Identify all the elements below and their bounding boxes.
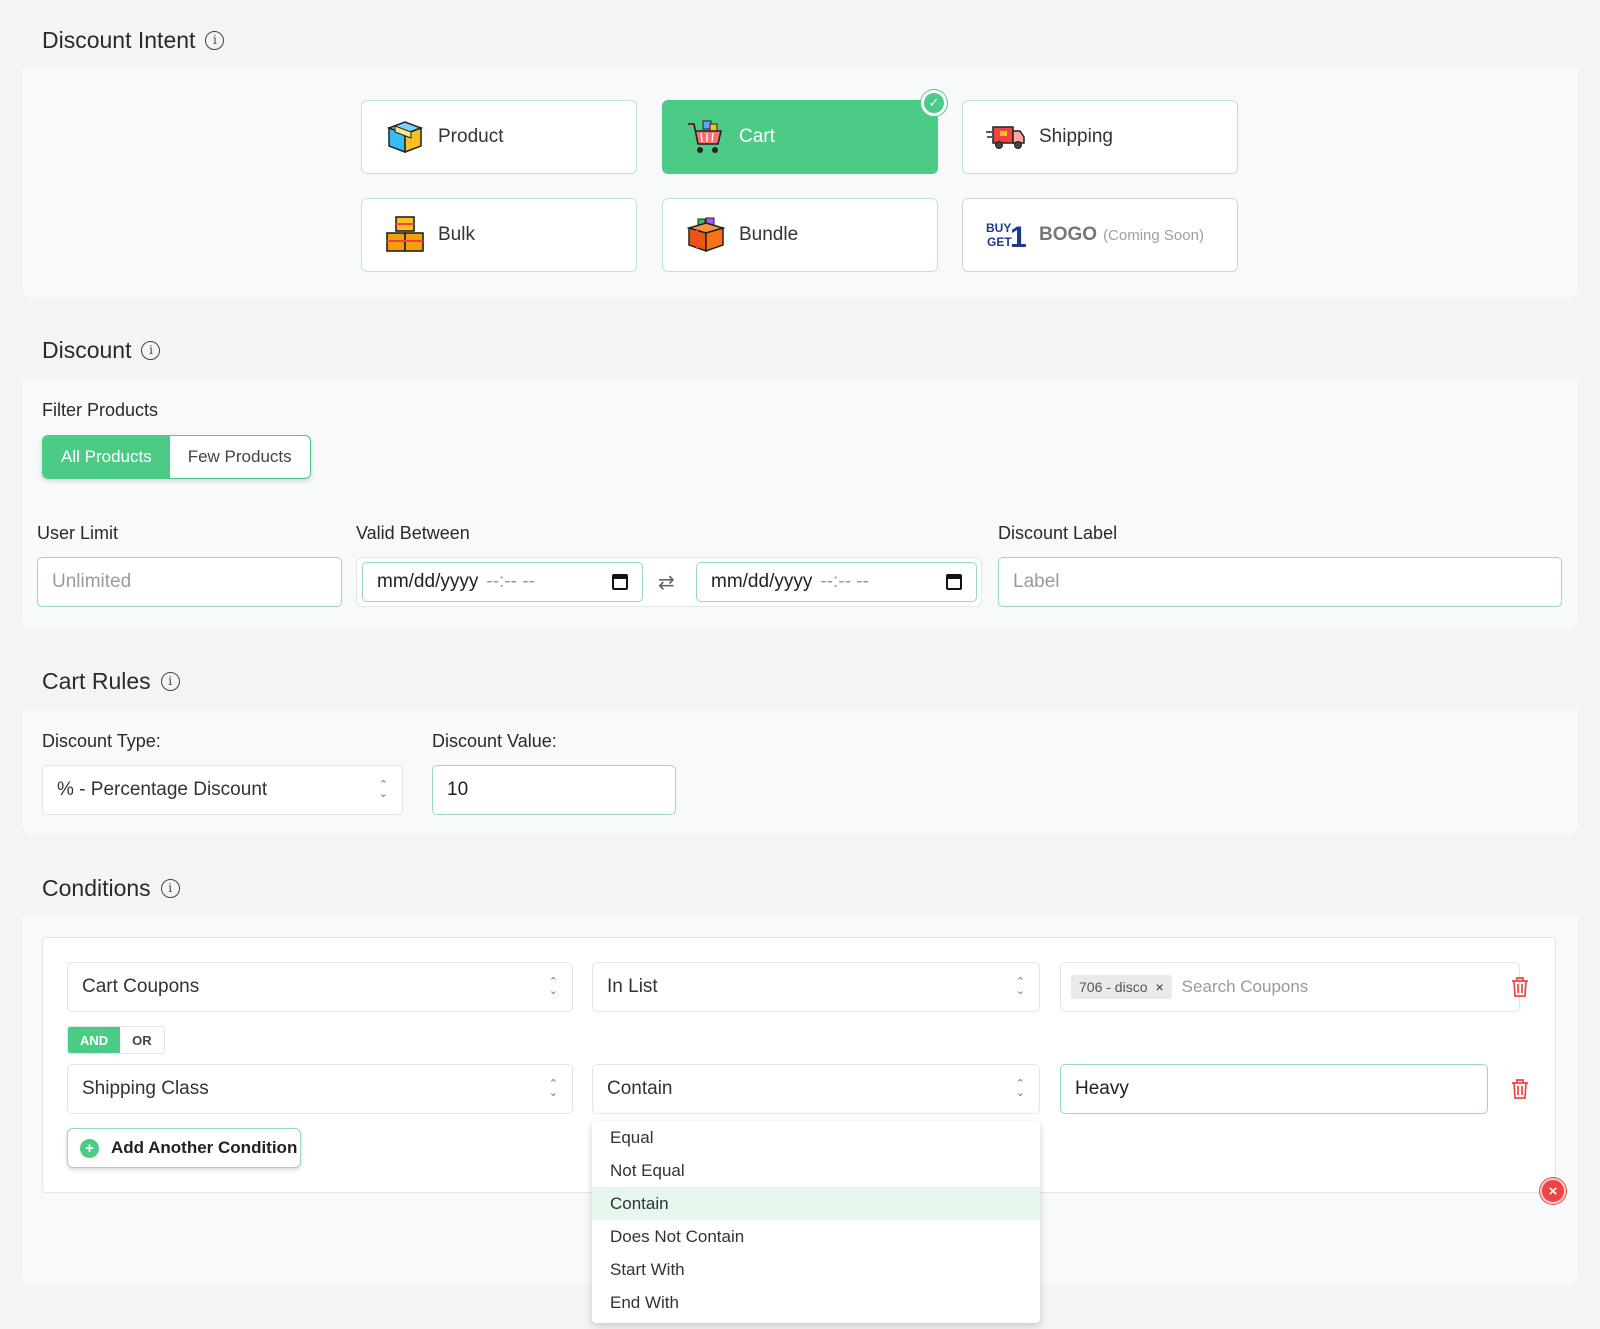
condition-field-value: Shipping Class	[82, 1078, 209, 1099]
discount-value: 10	[447, 779, 469, 800]
discount-intent-title: Discount Intent	[42, 26, 196, 53]
trash-icon[interactable]	[1510, 976, 1530, 998]
operator-option-contain[interactable]: Contain	[592, 1187, 1040, 1220]
discount-intent-header: Discount Intent i	[22, 12, 1578, 68]
discount-value-label: Discount Value:	[432, 731, 557, 751]
discount-value-input[interactable]: 10	[432, 765, 676, 815]
svg-text:GET: GET	[987, 235, 1012, 249]
chevron-updown-icon: ⌃ ⌄	[548, 1078, 558, 1099]
info-icon[interactable]: i	[141, 340, 161, 360]
or-option[interactable]: OR	[120, 1027, 164, 1053]
selected-check-icon: ✓	[921, 90, 947, 116]
few-products-option[interactable]: Few Products	[170, 436, 310, 478]
intent-card-label: Shipping	[1039, 126, 1113, 147]
valid-between-label: Valid Between	[356, 523, 470, 543]
discount-title: Discount	[42, 336, 132, 363]
conditions-title: Conditions	[42, 874, 151, 901]
time-placeholder: --:-- --	[486, 571, 535, 592]
filter-products-toggle: All Products Few Products	[42, 435, 311, 479]
shopping-cart-icon	[685, 117, 727, 157]
delivery-truck-icon	[985, 117, 1027, 157]
intent-card-label: Bulk	[438, 224, 475, 245]
plus-icon: +	[80, 1138, 99, 1158]
discount-header: Discount i	[22, 322, 1578, 378]
condition-value: Heavy	[1075, 1078, 1129, 1099]
coming-soon-note: (Coming Soon)	[1103, 226, 1204, 244]
intent-card-cart[interactable]: Cart	[662, 100, 938, 174]
add-condition-label: Add Another Condition	[111, 1138, 298, 1157]
date-placeholder: mm/dd/yyyy	[377, 571, 479, 592]
coupon-tag: 706 - disco ×	[1071, 975, 1172, 999]
condition-value-input[interactable]: Heavy	[1060, 1064, 1488, 1114]
discount-type-value: % - Percentage Discount	[57, 779, 268, 800]
user-limit-label: User Limit	[37, 523, 119, 543]
discount-label-label: Discount Label	[998, 523, 1118, 543]
filter-products-label: Filter Products	[42, 400, 159, 420]
operator-option-end-with[interactable]: End With	[592, 1286, 1040, 1319]
calendar-icon[interactable]	[946, 574, 962, 590]
condition-operator-value: Contain	[607, 1078, 673, 1099]
tag-remove-icon[interactable]: ×	[1155, 979, 1163, 995]
svg-text:1: 1	[1010, 221, 1026, 253]
bundle-box-icon	[685, 215, 727, 255]
buy1-get1-icon: BUY GET 1	[985, 215, 1027, 255]
intent-card-label: BOGO	[1039, 224, 1098, 245]
and-or-toggle: AND OR	[67, 1026, 165, 1054]
end-date-input[interactable]: mm/dd/yyyy --:-- --	[696, 562, 977, 602]
start-date-input[interactable]: mm/dd/yyyy --:-- --	[362, 562, 643, 602]
intent-card-shipping[interactable]: Shipping	[962, 100, 1238, 174]
chevron-updown-icon: ⌃ ⌄	[1015, 1078, 1025, 1099]
operator-option-start-with[interactable]: Start With	[592, 1253, 1040, 1286]
intent-card-product[interactable]: Product	[361, 100, 637, 174]
intent-card-label: Product	[438, 126, 504, 147]
svg-text:BUY: BUY	[986, 221, 1011, 235]
condition-operator-value: In List	[607, 976, 658, 997]
intent-card-bundle[interactable]: Bundle	[662, 198, 938, 272]
stacked-boxes-icon	[384, 215, 426, 255]
chevron-updown-icon: ⌃ ⌄	[1015, 976, 1025, 997]
operator-option-does-not-contain[interactable]: Does Not Contain	[592, 1220, 1040, 1253]
close-icon[interactable]: ×	[1540, 1178, 1566, 1204]
intent-card-bogo[interactable]: BUY GET 1 BOGO (Coming Soon)	[962, 198, 1238, 272]
condition-operator-select[interactable]: Contain ⌃ ⌄	[592, 1064, 1040, 1114]
condition-field-value: Cart Coupons	[82, 976, 200, 997]
info-icon[interactable]: i	[205, 30, 225, 50]
cart-rules-title: Cart Rules	[42, 667, 151, 694]
condition-operator-select[interactable]: In List ⌃ ⌄	[592, 962, 1040, 1012]
product-box-icon	[384, 117, 426, 157]
discount-type-select[interactable]: % - Percentage Discount ⌃ ⌄	[42, 765, 403, 815]
operator-option-not-equal[interactable]: Not Equal	[592, 1154, 1040, 1187]
condition-field-select[interactable]: Shipping Class ⌃ ⌄	[67, 1064, 573, 1114]
time-placeholder: --:-- --	[820, 571, 869, 592]
and-option[interactable]: AND	[68, 1027, 121, 1053]
chevron-updown-icon: ⌃ ⌄	[548, 976, 558, 997]
discount-label-input[interactable]: Label	[998, 557, 1562, 607]
cart-rules-header: Cart Rules i	[22, 653, 1578, 709]
chevron-updown-icon: ⌃ ⌄	[378, 779, 388, 800]
condition-field-select[interactable]: Cart Coupons ⌃ ⌄	[67, 962, 573, 1012]
operator-dropdown: Equal Not Equal Contain Does Not Contain…	[592, 1121, 1040, 1323]
user-limit-input[interactable]: Unlimited	[37, 557, 342, 607]
coupon-search-input[interactable]: 706 - disco × Search Coupons	[1060, 962, 1520, 1012]
all-products-option[interactable]: All Products	[43, 436, 170, 478]
swap-arrows-icon: ⇄	[658, 572, 675, 594]
discount-type-label: Discount Type:	[42, 731, 161, 751]
add-condition-button[interactable]: + Add Another Condition	[67, 1128, 301, 1168]
calendar-icon[interactable]	[612, 574, 628, 590]
intent-card-bulk[interactable]: Bulk	[361, 198, 637, 272]
info-icon[interactable]: i	[160, 671, 180, 691]
info-icon[interactable]: i	[160, 878, 180, 898]
discount-label-placeholder: Label	[1013, 571, 1060, 592]
coupon-search-placeholder: Search Coupons	[1181, 977, 1309, 996]
conditions-header: Conditions i	[22, 860, 1578, 916]
intent-card-label: Cart	[739, 126, 775, 147]
date-placeholder: mm/dd/yyyy	[711, 571, 813, 592]
user-limit-placeholder: Unlimited	[52, 571, 132, 592]
coupon-tag-label: 706 - disco	[1079, 979, 1148, 995]
intent-card-label: Bundle	[739, 224, 799, 245]
trash-icon[interactable]	[1510, 1078, 1530, 1100]
operator-option-equal[interactable]: Equal	[592, 1121, 1040, 1154]
